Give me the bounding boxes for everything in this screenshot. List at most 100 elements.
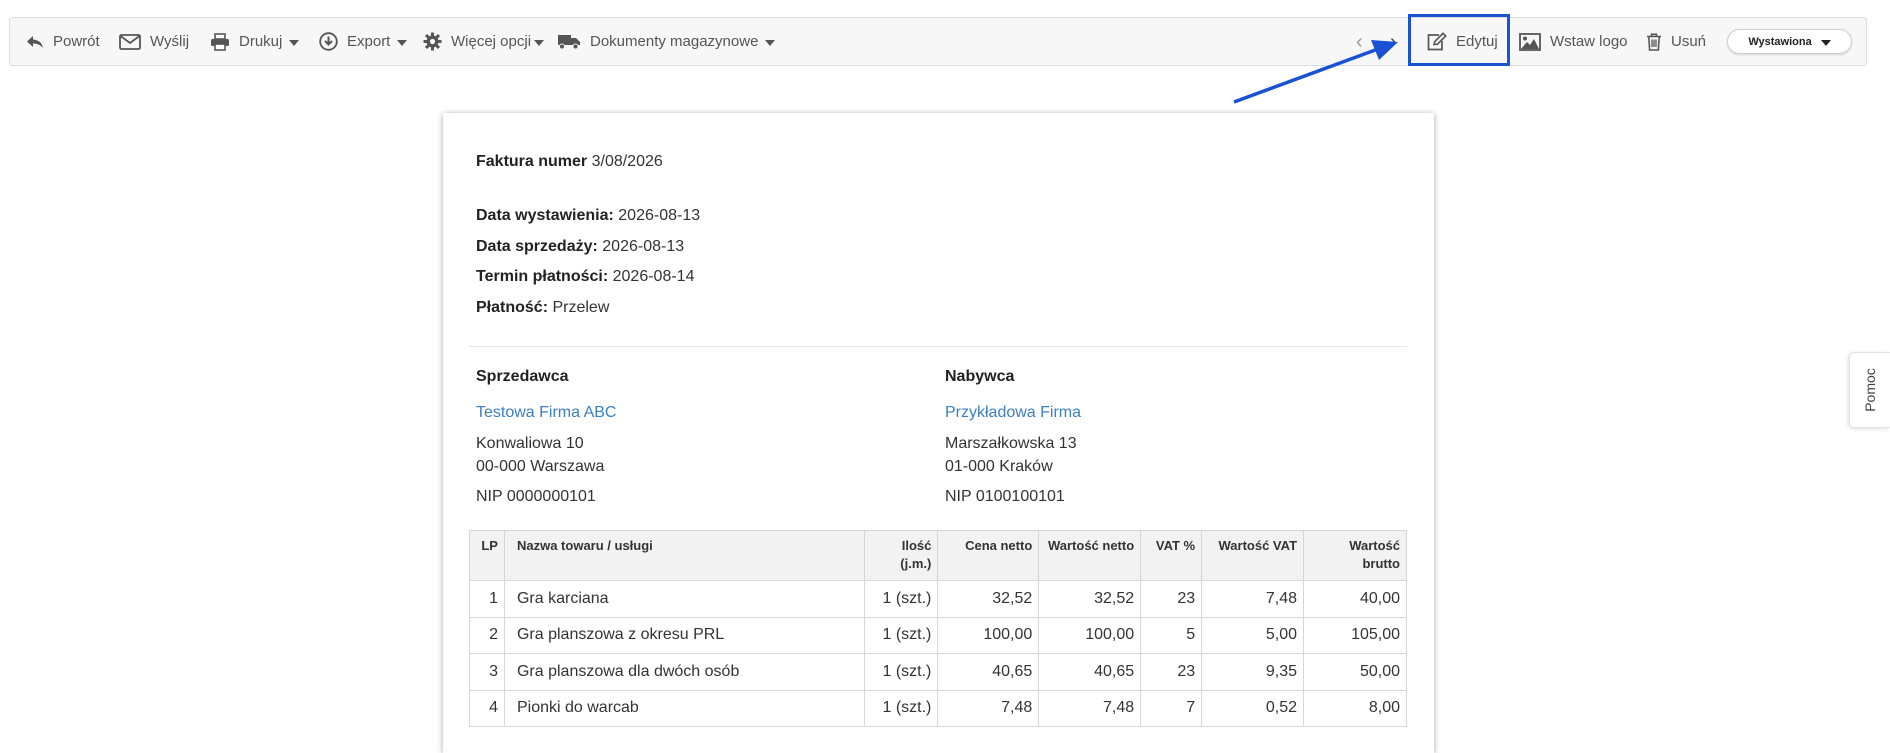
chevron-right-icon[interactable]: › bbox=[1390, 32, 1397, 52]
col-qty-line1: Ilość bbox=[901, 538, 932, 553]
caret-down-icon bbox=[765, 39, 776, 46]
due-date-value: 2026-08-14 bbox=[612, 268, 695, 285]
col-net-price: Cena netto bbox=[937, 530, 1040, 581]
status-label: Wystawiona bbox=[1748, 35, 1812, 48]
cell-vat-rate: 5 bbox=[1140, 616, 1203, 654]
section-divider bbox=[469, 346, 1407, 347]
col-gross-line1: Wartość bbox=[1349, 538, 1400, 553]
send-button[interactable]: Wyślij bbox=[119, 18, 189, 65]
download-circle-icon bbox=[319, 32, 338, 51]
help-tab[interactable]: Pomoc bbox=[1849, 352, 1890, 428]
reply-arrow-icon bbox=[27, 35, 43, 48]
delete-button[interactable]: Usuń bbox=[1646, 18, 1706, 65]
due-date: Termin płatności: 2026-08-14 bbox=[476, 268, 694, 286]
cell-item-name-link[interactable]: Gra planszowa dla dwóch osób bbox=[503, 653, 866, 691]
invoice-number-value: 3/08/2026 bbox=[591, 153, 663, 170]
buyer-name-link[interactable]: Przykładowa Firma bbox=[945, 404, 1081, 422]
edit-label: Edytuj bbox=[1456, 33, 1498, 50]
col-qty: Ilość (j.m.) bbox=[864, 530, 939, 581]
seller-city: 00-000 Warszawa bbox=[476, 458, 605, 475]
sale-date-label: Data sprzedaży: bbox=[476, 238, 598, 255]
seller-heading-text: Sprzedawca bbox=[476, 368, 569, 385]
send-label: Wyślij bbox=[150, 33, 190, 50]
chevron-left-icon[interactable]: ‹ bbox=[1356, 32, 1363, 52]
issue-date-value: 2026-08-13 bbox=[618, 207, 701, 224]
cell-net-value: 7,48 bbox=[1038, 689, 1142, 727]
delete-label: Usuń bbox=[1671, 33, 1707, 50]
sale-date-value: 2026-08-13 bbox=[602, 238, 685, 255]
col-name: Nazwa towaru / usługi bbox=[503, 530, 866, 581]
sale-date: Data sprzedaży: 2026-08-13 bbox=[476, 238, 684, 256]
invoice-number: Faktura numer 3/08/2026 bbox=[476, 153, 663, 171]
col-net-value: Wartość netto bbox=[1038, 530, 1142, 581]
buyer-street: Marszałkowska 13 bbox=[945, 435, 1077, 452]
payment-method-value: Przelew bbox=[552, 299, 610, 316]
col-gross-line2: brutto bbox=[1362, 556, 1400, 571]
cell-net-value: 40,65 bbox=[1038, 653, 1142, 691]
edit-button[interactable]: Edytuj bbox=[1426, 18, 1498, 65]
cell-vat-rate: 7 bbox=[1140, 689, 1203, 727]
truck-icon bbox=[558, 35, 580, 50]
table-header-row: LP Nazwa towaru / usługi Ilość (j.m.) Ce… bbox=[469, 530, 1407, 581]
table-row: 1 Gra karciana 1 (szt.) 32,52 32,52 23 7… bbox=[469, 580, 1407, 618]
buyer-heading-text: Nabywca bbox=[945, 368, 1015, 385]
cell-lp: 1 bbox=[469, 580, 505, 618]
warehouse-documents-label: Dokumenty magazynowe bbox=[590, 33, 759, 50]
due-date-label: Termin płatności: bbox=[476, 268, 609, 285]
caret-down-icon bbox=[289, 39, 300, 46]
buyer-city: 01-000 Kraków bbox=[945, 458, 1053, 475]
more-options-label: Więcej opcji bbox=[451, 33, 532, 50]
cell-vat-rate: 23 bbox=[1140, 580, 1203, 618]
trash-icon bbox=[1647, 33, 1661, 51]
cell-vat-value: 0,52 bbox=[1201, 689, 1305, 727]
cell-vat-value: 5,00 bbox=[1201, 616, 1305, 654]
issue-date-label: Data wystawienia: bbox=[476, 207, 614, 224]
cell-item-name-link[interactable]: Gra planszowa z okresu PRL bbox=[503, 616, 866, 654]
more-options-dropdown[interactable]: Więcej opcji bbox=[423, 18, 545, 65]
cell-gross: 8,00 bbox=[1303, 689, 1407, 727]
insert-logo-button[interactable]: Wstaw logo bbox=[1519, 18, 1628, 65]
seller-nip: NIP 0000000101 bbox=[476, 488, 596, 505]
buyer-heading: Nabywca bbox=[945, 368, 1014, 386]
payment-method-label: Płatność: bbox=[476, 299, 549, 316]
table-row: 4 Pionki do warcab 1 (szt.) 7,48 7,48 7 … bbox=[469, 689, 1407, 727]
cell-net-price: 100,00 bbox=[937, 616, 1040, 654]
col-lp: LP bbox=[469, 530, 505, 581]
payment-method: Płatność: Przelew bbox=[476, 299, 609, 317]
export-label: Export bbox=[347, 33, 391, 50]
export-dropdown[interactable]: Export bbox=[319, 18, 408, 65]
cell-lp: 3 bbox=[469, 653, 505, 691]
printer-icon bbox=[211, 32, 229, 51]
cell-item-name-link[interactable]: Gra karciana bbox=[503, 580, 866, 618]
help-tab-label: Pomoc bbox=[1862, 368, 1878, 412]
issue-date: Data wystawienia: 2026-08-13 bbox=[476, 207, 700, 225]
image-icon bbox=[1519, 32, 1541, 51]
seller-street: Konwaliowa 10 bbox=[476, 435, 584, 452]
cell-qty: 1 (szt.) bbox=[864, 616, 939, 654]
cell-qty: 1 (szt.) bbox=[864, 580, 939, 618]
cell-vat-rate: 23 bbox=[1140, 653, 1203, 691]
cell-net-price: 40,65 bbox=[937, 653, 1040, 691]
cell-vat-value: 9,35 bbox=[1201, 653, 1305, 691]
cell-net-price: 7,48 bbox=[937, 689, 1040, 727]
back-button[interactable]: Powrót bbox=[26, 18, 100, 65]
buyer-nip: NIP 0100100101 bbox=[945, 488, 1065, 505]
gear-icon bbox=[423, 32, 442, 51]
back-label: Powrót bbox=[53, 33, 100, 50]
status-dropdown[interactable]: Wystawiona bbox=[1727, 29, 1852, 54]
seller-name-link[interactable]: Testowa Firma ABC bbox=[476, 404, 616, 422]
cell-gross: 40,00 bbox=[1303, 580, 1407, 618]
print-dropdown[interactable]: Drukuj bbox=[210, 18, 300, 65]
envelope-icon bbox=[119, 33, 141, 50]
toolbar: Powrót Wyślij Drukuj Export Więcej opcji… bbox=[9, 17, 1867, 66]
cell-lp: 2 bbox=[469, 616, 505, 654]
col-vat-value: Wartość VAT bbox=[1201, 530, 1305, 581]
items-table: LP Nazwa towaru / usługi Ilość (j.m.) Ce… bbox=[469, 530, 1407, 727]
cell-net-price: 32,52 bbox=[937, 580, 1040, 618]
warehouse-documents-dropdown[interactable]: Dokumenty magazynowe bbox=[557, 18, 776, 65]
col-vat-rate: VAT % bbox=[1140, 530, 1203, 581]
cell-vat-value: 7,48 bbox=[1201, 580, 1305, 618]
table-row: 2 Gra planszowa z okresu PRL 1 (szt.) 10… bbox=[469, 616, 1407, 654]
invoice-document: Faktura numer 3/08/2026 Data wystawienia… bbox=[443, 113, 1434, 753]
cell-item-name-link[interactable]: Pionki do warcab bbox=[503, 689, 866, 727]
